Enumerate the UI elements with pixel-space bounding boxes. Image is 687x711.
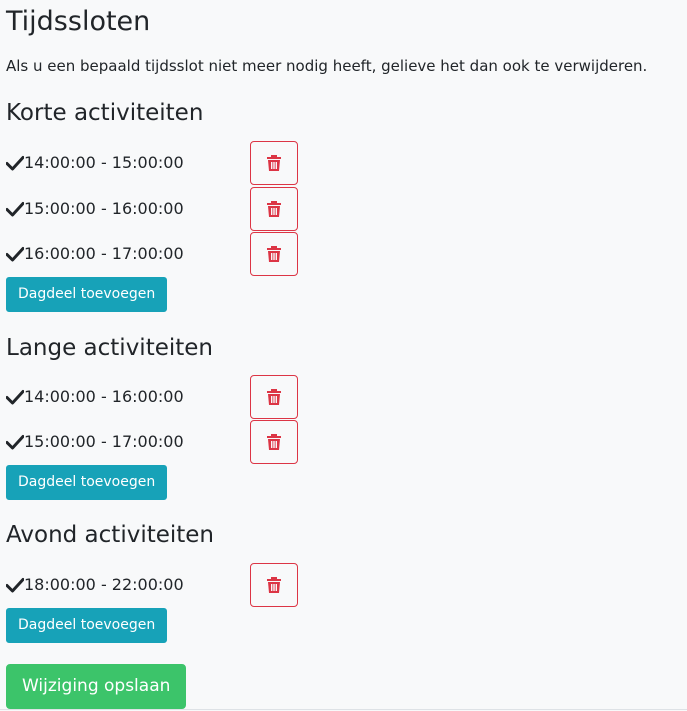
delete-timeslot-button[interactable] [250, 563, 298, 607]
intro-text: Als u een bepaald tijdsslot niet meer no… [6, 57, 648, 75]
check-icon [6, 202, 24, 217]
trash-icon [267, 246, 281, 262]
section-title-avond: Avond activiteiten [6, 522, 215, 548]
timeslot-row: 14:00:00 - 16:00:00 [0, 375, 687, 419]
divider [0, 709, 687, 710]
check-icon [6, 390, 24, 405]
save-changes-button[interactable]: Wijziging opslaan [6, 664, 187, 709]
timeslot: 14:00:00 - 16:00:00 [6, 375, 184, 419]
timeslot-label: 15:00:00 - 16:00:00 [24, 199, 184, 218]
timeslot-label: 14:00:00 - 15:00:00 [24, 153, 184, 172]
timeslot-label: 16:00:00 - 17:00:00 [24, 244, 184, 263]
timeslot-row: 14:00:00 - 15:00:00 [0, 141, 687, 185]
trash-icon [267, 201, 281, 217]
delete-timeslot-button[interactable] [250, 141, 298, 185]
page-title: Tijdssloten [6, 6, 151, 37]
timeslot: 18:00:00 - 22:00:00 [6, 563, 184, 607]
timeslot-row: 15:00:00 - 16:00:00 [0, 187, 687, 231]
add-daypart-button[interactable]: Dagdeel toevoegen [6, 277, 168, 312]
timeslot: 16:00:00 - 17:00:00 [6, 232, 184, 276]
section-title-korte: Korte activiteiten [6, 100, 204, 126]
check-icon [6, 578, 24, 593]
delete-timeslot-button[interactable] [250, 420, 298, 464]
trash-icon [267, 434, 281, 450]
add-daypart-button[interactable]: Dagdeel toevoegen [6, 608, 168, 643]
delete-timeslot-button[interactable] [250, 187, 298, 231]
timeslot-label: 18:00:00 - 22:00:00 [24, 575, 184, 594]
check-icon [6, 435, 24, 450]
timeslot-row: 15:00:00 - 17:00:00 [0, 420, 687, 464]
delete-timeslot-button[interactable] [250, 232, 298, 276]
timeslot-label: 15:00:00 - 17:00:00 [24, 432, 184, 451]
timeslot-row: 18:00:00 - 22:00:00 [0, 563, 687, 607]
delete-timeslot-button[interactable] [250, 375, 298, 419]
timeslot: 15:00:00 - 16:00:00 [6, 187, 184, 231]
timeslot: 14:00:00 - 15:00:00 [6, 141, 184, 185]
check-icon [6, 156, 24, 171]
trash-icon [267, 155, 281, 171]
add-daypart-button[interactable]: Dagdeel toevoegen [6, 465, 168, 500]
trash-icon [267, 577, 281, 593]
timeslot-label: 14:00:00 - 16:00:00 [24, 387, 184, 406]
trash-icon [267, 389, 281, 405]
section-title-lange: Lange activiteiten [6, 335, 213, 361]
check-icon [6, 247, 24, 262]
timeslot-row: 16:00:00 - 17:00:00 [0, 232, 687, 276]
timeslot: 15:00:00 - 17:00:00 [6, 420, 184, 464]
